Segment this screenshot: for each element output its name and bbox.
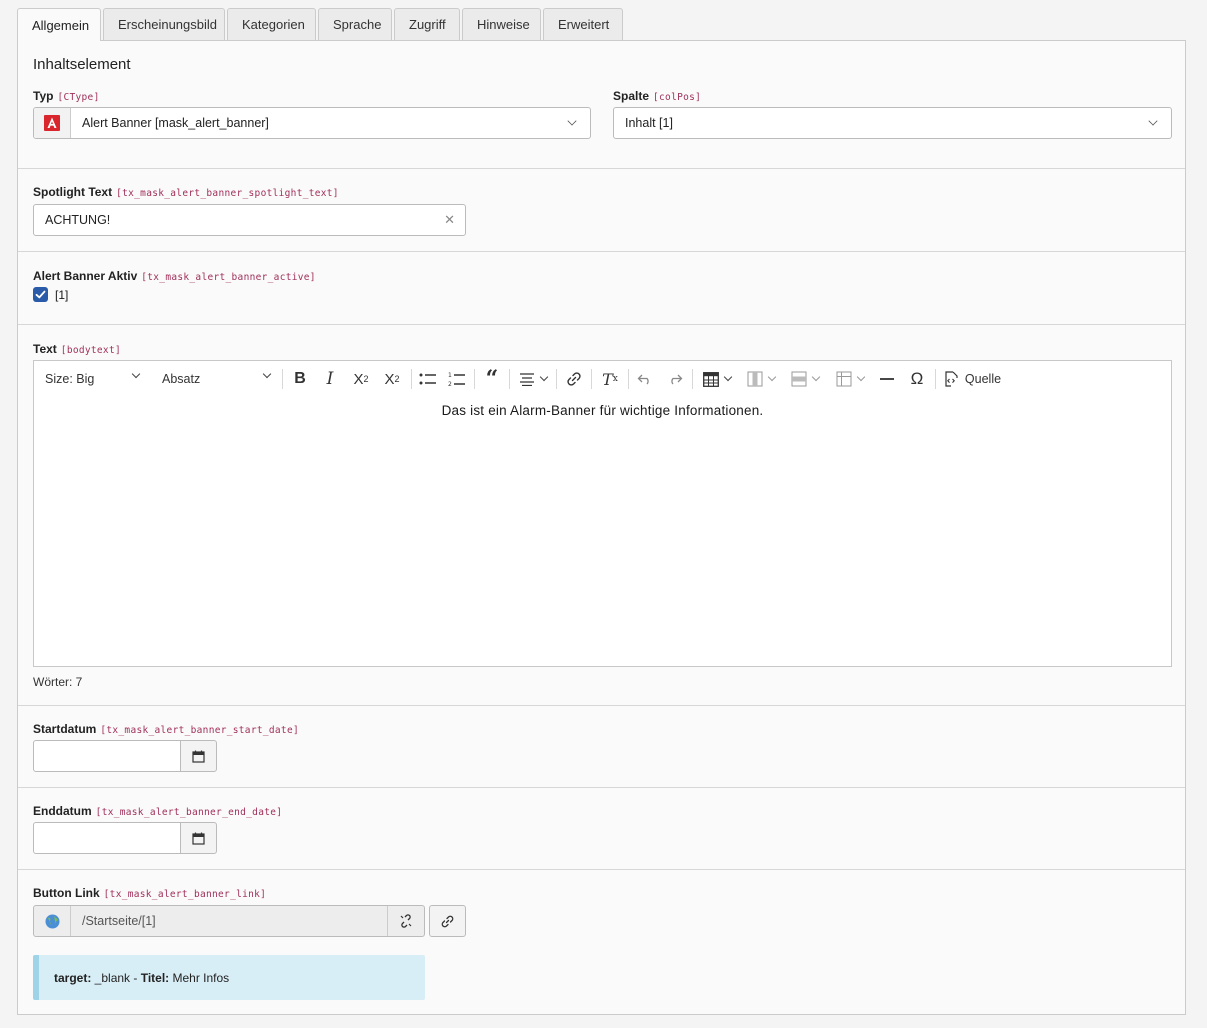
link-value: /Startseite/[1]: [82, 914, 156, 928]
spotlight-label: Spotlight Text [tx_mask_alert_banner_spot…: [33, 185, 339, 199]
tab-sprache[interactable]: Sprache: [318, 8, 392, 40]
chevron-down-icon: [723, 372, 733, 382]
bold-icon[interactable]: B: [287, 361, 313, 397]
chevron-down-icon: [856, 372, 866, 382]
title-value: Mehr Infos: [169, 970, 230, 985]
rte-editor[interactable]: Das ist ein Alarm-Banner für wichtige In…: [33, 396, 1172, 667]
spalte-label: Spalte [colPos]: [613, 89, 702, 103]
startdatum-label: Startdatum [tx_mask_alert_banner_start_da…: [33, 722, 299, 736]
spotlight-input[interactable]: ACHTUNG! ✕: [33, 204, 466, 236]
redo-icon[interactable]: [662, 361, 688, 397]
toolbar-separator: [591, 369, 592, 389]
typ-value: Alert Banner [mask_alert_banner]: [82, 116, 269, 130]
section-enddatum: Enddatum [tx_mask_alert_banner_end_date]: [18, 788, 1185, 870]
section-startdatum: Startdatum [tx_mask_alert_banner_start_da…: [18, 706, 1185, 788]
enddatum-input[interactable]: [33, 822, 181, 854]
undo-icon[interactable]: [632, 361, 658, 397]
title-key: Titel:: [140, 970, 170, 985]
tab-allgemein[interactable]: Allgemein: [17, 8, 101, 41]
startdatum-input[interactable]: [33, 740, 181, 772]
chevron-down-icon: [539, 372, 549, 382]
link-info-callout: target: _blank - Titel: Mehr Infos: [33, 955, 425, 1000]
check-icon: [35, 290, 46, 299]
rte-content: Das ist ein Alarm-Banner für wichtige In…: [441, 403, 764, 418]
numbered-list-icon[interactable]: 12: [444, 361, 470, 397]
horizontal-line-icon[interactable]: [874, 361, 900, 397]
link-label: Button Link [tx_mask_alert_banner_link]: [33, 886, 267, 900]
globe-icon: [34, 906, 71, 936]
toolbar-separator: [935, 369, 936, 389]
active-checkbox[interactable]: [33, 287, 48, 302]
rte-toolbar: Size: Big Absatz B I X2 X2 12 “ Tx Ω Que…: [33, 360, 1172, 397]
calendar-button[interactable]: [180, 822, 217, 854]
svg-text:1: 1: [448, 372, 452, 379]
special-characters-icon[interactable]: Ω: [904, 361, 930, 397]
calendar-icon: [192, 832, 205, 845]
subscript-icon[interactable]: X2: [347, 361, 375, 397]
source-label: Quelle: [964, 372, 1002, 386]
table-column-icon[interactable]: [742, 361, 780, 397]
enddatum-label: Enddatum [tx_mask_alert_banner_end_date]: [33, 804, 283, 818]
superscript-icon[interactable]: X2: [378, 361, 406, 397]
format-select[interactable]: Absatz: [151, 361, 275, 397]
target-key: target:: [54, 970, 92, 985]
bulleted-list-icon[interactable]: [415, 361, 441, 397]
link-browser-button[interactable]: [429, 905, 466, 937]
tab-erscheinungsbild[interactable]: Erscheinungsbild: [103, 8, 225, 40]
chevron-down-icon: [567, 116, 577, 126]
link-icon: [441, 915, 454, 927]
spalte-value: Inhalt [1]: [625, 116, 673, 130]
target-value: _blank -: [91, 970, 141, 985]
section-general: Inhaltselement Typ [CType] Alert Banner […: [18, 41, 1185, 169]
toolbar-separator: [628, 369, 629, 389]
tab-kategorien[interactable]: Kategorien: [227, 8, 316, 40]
section-active: Alert Banner Aktiv [tx_mask_alert_banner_…: [18, 252, 1185, 325]
calendar-button[interactable]: [180, 740, 217, 772]
word-count: Wörter: 7: [33, 675, 83, 689]
toolbar-separator: [282, 369, 283, 389]
unlink-icon[interactable]: [387, 906, 424, 936]
section-title: Inhaltselement: [33, 56, 131, 73]
alert-banner-icon: [34, 108, 71, 138]
form-panel: Inhaltselement Typ [CType] Alert Banner […: [17, 40, 1186, 1015]
chevron-down-icon: [262, 369, 272, 379]
typ-label: Typ [CType]: [33, 89, 100, 103]
merge-cells-icon[interactable]: [831, 361, 869, 397]
link-icon[interactable]: [561, 361, 587, 397]
text-label: Text [bodytext]: [33, 342, 121, 356]
toolbar-separator: [556, 369, 557, 389]
chevron-down-icon: [131, 369, 141, 379]
chevron-down-icon: [1148, 116, 1158, 126]
typ-select[interactable]: Alert Banner [mask_alert_banner]: [33, 107, 591, 139]
size-select[interactable]: Size: Big: [34, 361, 144, 397]
table-icon[interactable]: [697, 361, 737, 397]
italic-icon[interactable]: I: [317, 361, 343, 397]
remove-format-icon[interactable]: Tx: [596, 361, 624, 397]
active-label: Alert Banner Aktiv [tx_mask_alert_banner_…: [33, 269, 316, 283]
spotlight-value: ACHTUNG!: [45, 213, 111, 227]
spalte-select[interactable]: Inhalt [1]: [613, 107, 1172, 139]
clear-icon[interactable]: ✕: [444, 212, 455, 228]
align-icon[interactable]: [513, 361, 553, 397]
toolbar-separator: [692, 369, 693, 389]
toolbar-separator: [509, 369, 510, 389]
toolbar-separator: [411, 369, 412, 389]
checkbox-label: [1]: [55, 288, 69, 302]
chevron-down-icon: [767, 372, 777, 382]
svg-text:2: 2: [448, 381, 452, 387]
tab-erweitert[interactable]: Erweitert: [543, 8, 623, 40]
tab-hinweise[interactable]: Hinweise: [462, 8, 541, 40]
source-button[interactable]: Quelle: [940, 361, 1004, 397]
toolbar-separator: [474, 369, 475, 389]
link-input[interactable]: /Startseite/[1]: [33, 905, 425, 937]
chevron-down-icon: [811, 372, 821, 382]
source-icon: [945, 371, 958, 387]
table-row-icon[interactable]: [786, 361, 824, 397]
calendar-icon: [192, 750, 205, 763]
blockquote-icon[interactable]: “: [479, 361, 505, 397]
section-spotlight: Spotlight Text [tx_mask_alert_banner_spot…: [18, 169, 1185, 252]
tab-zugriff[interactable]: Zugriff: [394, 8, 460, 40]
tab-bar: Allgemein Erscheinungsbild Kategorien Sp…: [17, 8, 623, 41]
